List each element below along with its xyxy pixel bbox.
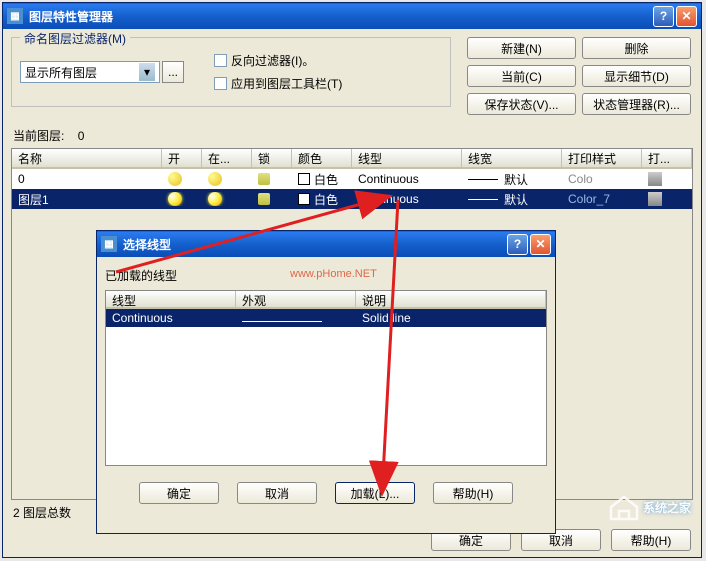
app-icon: ▦ [7,8,23,24]
cell-name: 图层1 [12,191,162,208]
col-on[interactable]: 开 [162,149,202,167]
apply-toolbar-label: 应用到图层工具栏(T) [231,75,342,92]
cell-linetype[interactable]: Continuous [352,172,462,186]
main-help-button[interactable]: 帮助(H) [611,529,691,551]
layer-table-header: 名称 开 在... 锁 颜色 线型 线宽 打印样式 打... [12,149,692,169]
bulb-icon[interactable] [168,172,182,186]
close-icon[interactable]: ✕ [530,234,551,255]
linetype-list-header: 线型 外观 说明 [106,291,546,309]
table-row[interactable]: 0 白色 Continuous 默认 Colo [12,169,692,189]
current-button[interactable]: 当前(C) [467,65,576,87]
linetype-list[interactable]: 线型 外观 说明 Continuous Solid line [105,290,547,466]
lineweight-preview [468,199,498,200]
close-icon[interactable]: ✕ [676,6,697,27]
help-icon[interactable]: ? [653,6,674,27]
lock-icon[interactable] [258,173,270,185]
dialog-help-button[interactable]: 帮助(H) [433,482,513,504]
cell-plotstyle: Colo [562,172,642,186]
apply-toolbar-checkbox[interactable]: 应用到图层工具栏(T) [214,75,342,92]
table-row-selected[interactable]: 图层1 白色 Continuous 默认 Color_7 [12,189,692,209]
chevron-down-icon: ▾ [139,63,155,81]
checkbox-box [214,54,227,67]
color-swatch[interactable] [298,193,310,205]
col-freeze[interactable]: 在... [202,149,252,167]
filter-browse-button[interactable]: ... [162,61,184,83]
current-layer-label: 当前图层: [13,129,64,143]
col-lineweight[interactable]: 线宽 [462,149,562,167]
cell-lineweight: 默认 [504,171,528,188]
col-name[interactable]: 名称 [12,149,162,167]
col-appearance[interactable]: 外观 [236,291,356,307]
state-manager-button[interactable]: 状态管理器(R)... [582,93,691,115]
cell-color: 白色 [314,191,338,208]
cell-lineweight: 默认 [504,191,528,208]
cell-name: 0 [12,172,162,186]
sun-icon[interactable] [208,192,222,206]
current-layer-row: 当前图层: 0 [13,127,691,144]
lineweight-preview [468,179,498,180]
delete-button[interactable]: 删除 [582,37,691,59]
main-title: 图层特性管理器 [29,8,651,25]
printer-icon[interactable] [648,172,662,186]
color-swatch[interactable] [298,173,310,185]
lock-icon[interactable] [258,193,270,205]
dialog-icon: ▦ [101,236,117,252]
filter-groupbox: 命名图层过滤器(M) 显示所有图层 ▾ ... 反向过滤器(I)。 应用到图层工… [11,37,451,107]
dialog-title: 选择线型 [123,236,505,253]
col-plot[interactable]: 打... [642,149,692,167]
main-titlebar: ▦ 图层特性管理器 ? ✕ [3,3,701,29]
logo-text: 系统之家 [643,501,691,515]
help-icon[interactable]: ? [507,234,528,255]
checkbox-box [214,77,227,90]
dialog-ok-button[interactable]: 确定 [139,482,219,504]
filter-legend: 命名图层过滤器(M) [20,30,130,47]
new-button[interactable]: 新建(N) [467,37,576,59]
layer-total-label: 2 图层总数 [13,504,71,521]
cell-description: Solid line [356,311,546,325]
invert-filter-checkbox[interactable]: 反向过滤器(I)。 [214,52,342,69]
dialog-load-button[interactable]: 加载(L)... [335,482,415,504]
col-color[interactable]: 颜色 [292,149,352,167]
logo-overlay: 系统之家 [609,495,691,521]
watermark-text: www.pHome.NET [290,268,377,280]
appearance-preview [242,321,322,322]
show-detail-button[interactable]: 显示细节(D) [582,65,691,87]
col-linetype[interactable]: 线型 [106,291,236,307]
cell-linetype[interactable]: Continuous [352,192,462,206]
dialog-titlebar: ▦ 选择线型 ? ✕ [97,231,555,257]
cell-linetype: Continuous [106,311,236,325]
cell-color: 白色 [314,171,338,188]
save-state-button[interactable]: 保存状态(V)... [467,93,576,115]
col-linetype[interactable]: 线型 [352,149,462,167]
cell-plotstyle: Color_7 [562,192,642,206]
linetype-row-selected[interactable]: Continuous Solid line [106,309,546,327]
printer-icon[interactable] [648,192,662,206]
dialog-cancel-button[interactable]: 取消 [237,482,317,504]
bulb-icon[interactable] [168,192,182,206]
col-description[interactable]: 说明 [356,291,546,307]
invert-filter-label: 反向过滤器(I)。 [231,52,314,69]
col-plotstyle[interactable]: 打印样式 [562,149,642,167]
dropdown-value: 显示所有图层 [25,64,97,81]
current-layer-value: 0 [78,129,85,143]
col-lock[interactable]: 锁 [252,149,292,167]
layer-filter-dropdown[interactable]: 显示所有图层 ▾ [20,61,160,83]
sun-icon[interactable] [208,172,222,186]
